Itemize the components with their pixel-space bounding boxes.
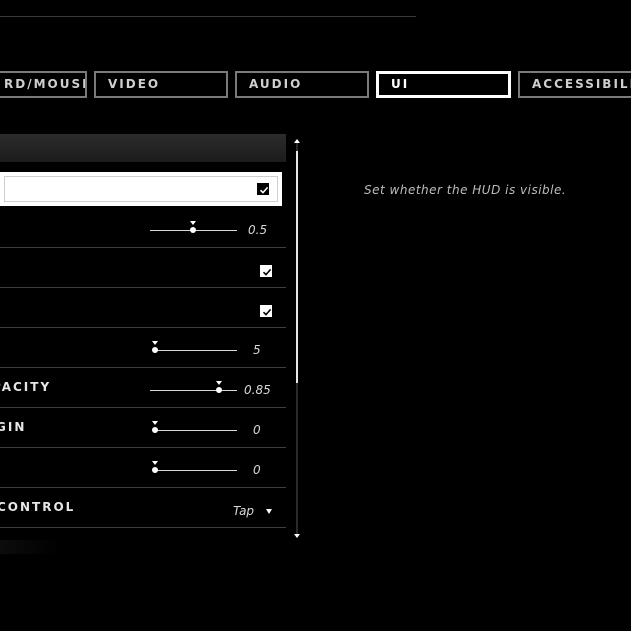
checkmark-icon <box>259 186 269 194</box>
setting-label: CONTROL <box>0 500 76 514</box>
tab-accessibility[interactable]: ACCESSIBILIT <box>518 71 631 98</box>
checkmark-icon <box>262 268 272 276</box>
tab-label: RD/MOUSE <box>4 77 87 91</box>
slider-value: 5 <box>253 343 261 357</box>
caret-down-icon[interactable] <box>266 509 272 514</box>
hud-checkbox[interactable] <box>257 183 269 195</box>
slider-handle[interactable] <box>152 427 158 433</box>
slider-value: 0 <box>253 423 261 437</box>
top-divider <box>0 16 416 17</box>
checkmark-icon <box>262 308 272 316</box>
setting-row-margin[interactable]: GIN 0 <box>0 408 286 448</box>
tab-video[interactable]: VIDEO <box>94 71 228 98</box>
slider-handle[interactable] <box>152 467 158 473</box>
slider-value: 0.85 <box>244 383 271 397</box>
scroll-down-arrow-icon[interactable] <box>294 534 300 538</box>
slider-pointer-icon <box>216 381 222 385</box>
slider-pointer-icon <box>190 221 196 225</box>
setting-description: Set whether the HUD is visible. <box>364 183 567 197</box>
tab-label: AUDIO <box>249 77 303 91</box>
dropdown-value[interactable]: Tap <box>233 504 254 518</box>
settings-list-header <box>0 134 286 162</box>
setting-label: GIN <box>0 420 27 434</box>
slider-track[interactable] <box>155 350 237 351</box>
tab-label: UI <box>391 77 410 91</box>
setting-row-control[interactable]: CONTROL Tap <box>0 488 286 528</box>
slider-track[interactable] <box>155 470 237 471</box>
tab-ui[interactable]: UI <box>376 71 511 98</box>
slider-handle[interactable] <box>216 387 222 393</box>
setting-row-checkbox[interactable] <box>0 288 286 328</box>
slider-handle[interactable] <box>152 347 158 353</box>
setting-row-slider[interactable]: 0 <box>0 448 286 488</box>
tab-label: VIDEO <box>108 77 161 91</box>
setting-row-slider[interactable]: 5 <box>0 328 286 368</box>
setting-row-checkbox[interactable] <box>0 248 286 288</box>
slider-pointer-icon <box>152 461 158 465</box>
faded-next-row <box>0 540 60 554</box>
slider-pointer-icon <box>152 421 158 425</box>
tab-keyboard-mouse[interactable]: RD/MOUSE <box>0 71 87 98</box>
setting-checkbox[interactable] <box>260 265 272 277</box>
setting-label: PACITY <box>0 380 52 394</box>
slider-track[interactable] <box>155 430 237 431</box>
slider-handle[interactable] <box>190 227 196 233</box>
slider-value: 0.5 <box>248 223 268 237</box>
slider-pointer-icon <box>152 341 158 345</box>
settings-scrollbar[interactable] <box>296 143 298 536</box>
setting-checkbox[interactable] <box>260 305 272 317</box>
slider-track[interactable] <box>150 390 237 391</box>
setting-row-opacity[interactable]: PACITY 0.85 <box>0 368 286 408</box>
tab-label: ACCESSIBILIT <box>532 77 631 91</box>
tab-audio[interactable]: AUDIO <box>235 71 369 98</box>
slider-value: 0 <box>253 463 261 477</box>
setting-row-show-hud[interactable] <box>0 172 282 206</box>
scrollbar-thumb[interactable] <box>296 151 298 383</box>
setting-row-slider[interactable]: 0.5 <box>0 208 286 248</box>
